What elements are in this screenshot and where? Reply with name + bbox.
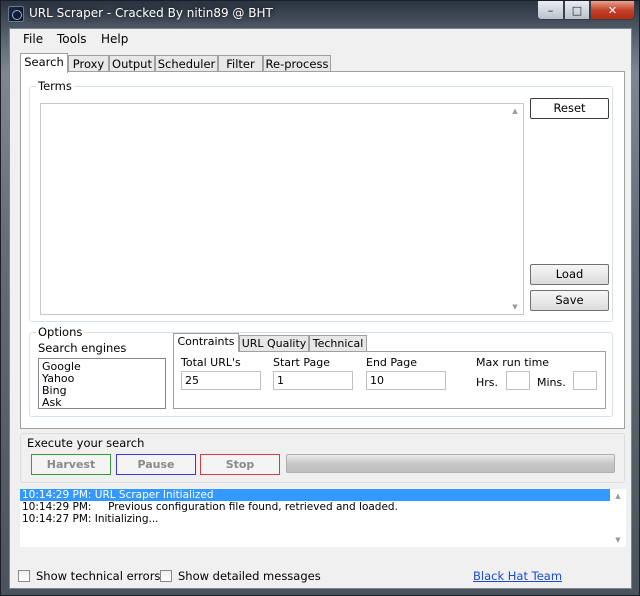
close-icon: ✕: [607, 3, 618, 17]
options-group: Options Search engines Google Yahoo Bing…: [29, 325, 613, 417]
log-list[interactable]: 10:14:29 PM: URL Scraper Initialized 10:…: [20, 489, 610, 547]
terms-textarea[interactable]: ▲ ▼: [40, 103, 524, 315]
client-area: File Tools Help Search Proxy Output Sche…: [9, 28, 632, 589]
load-button[interactable]: Load: [530, 264, 609, 285]
pause-button[interactable]: Pause: [116, 454, 196, 475]
maximize-icon: □: [571, 3, 583, 17]
terms-scrollbar[interactable]: ▲ ▼: [507, 104, 523, 314]
terms-label: Terms: [36, 79, 74, 93]
log-scrollbar[interactable]: ▲ ▼: [610, 489, 626, 547]
log-line[interactable]: 10:14:29 PM: Previous configuration file…: [20, 501, 610, 513]
scroll-down-icon[interactable]: ▼: [610, 533, 626, 547]
subtab-contraints[interactable]: Contraints: [173, 333, 239, 352]
menu-bar: File Tools Help: [10, 29, 631, 51]
subtab-url-quality[interactable]: URL Quality: [239, 335, 309, 351]
scroll-up-icon[interactable]: ▲: [507, 104, 523, 118]
execute-label: Execute your search: [27, 436, 145, 450]
technical-errors-label: Show technical errors: [36, 569, 161, 583]
tab-reprocess[interactable]: Re-process: [263, 55, 331, 72]
app-window: URL Scraper - Cracked By nitin89 @ BHT –…: [0, 0, 640, 596]
title-bar[interactable]: URL Scraper - Cracked By nitin89 @ BHT –…: [1, 1, 639, 27]
minimize-button[interactable]: –: [537, 1, 564, 20]
tab-output[interactable]: Output: [109, 55, 155, 72]
detailed-messages-checkbox[interactable]: Show detailed messages: [160, 569, 321, 583]
search-tab-panel: Terms ▲ ▼ Reset Load Save Options Search…: [20, 71, 625, 429]
technical-errors-checkbox[interactable]: Show technical errors: [18, 569, 160, 583]
max-run-time-label: Max run time: [476, 356, 550, 369]
list-item[interactable]: Ask: [42, 397, 162, 409]
hrs-input[interactable]: [506, 371, 530, 390]
scroll-down-icon[interactable]: ▼: [507, 300, 523, 314]
minimize-icon: –: [547, 3, 554, 17]
hrs-label: Hrs.: [476, 376, 499, 389]
options-label: Options: [36, 325, 85, 339]
subtab-technical[interactable]: Technical: [309, 335, 367, 351]
search-engines-list[interactable]: Google Yahoo Bing Ask: [38, 358, 166, 409]
close-button[interactable]: ✕: [590, 1, 635, 20]
save-button[interactable]: Save: [530, 290, 609, 311]
window-title: URL Scraper - Cracked By nitin89 @ BHT: [29, 6, 273, 20]
mins-input[interactable]: [573, 371, 597, 390]
total-urls-label: Total URL's: [181, 356, 241, 369]
tab-search[interactable]: Search: [20, 53, 68, 73]
constraints-panel: Total URL's 25 Start Page 1 End Page 10 …: [173, 351, 606, 409]
menu-file[interactable]: File: [21, 32, 45, 46]
log-line[interactable]: 10:14:27 PM: Initializing...: [20, 513, 610, 525]
log-line[interactable]: 10:14:29 PM: URL Scraper Initialized: [20, 489, 610, 501]
search-engines-label: Search engines: [38, 341, 127, 355]
app-icon: [8, 6, 24, 22]
maximize-button[interactable]: □: [564, 1, 590, 20]
end-page-input[interactable]: 10: [366, 371, 446, 390]
start-page-input[interactable]: 1: [273, 371, 353, 390]
caption-buttons: – □ ✕: [537, 1, 635, 20]
scroll-up-icon[interactable]: ▲: [610, 489, 626, 503]
total-urls-input[interactable]: 25: [181, 371, 261, 390]
stop-button[interactable]: Stop: [200, 454, 280, 475]
end-page-label: End Page: [366, 356, 418, 369]
menu-tools[interactable]: Tools: [55, 32, 89, 46]
tab-scheduler[interactable]: Scheduler: [155, 55, 218, 72]
tab-proxy[interactable]: Proxy: [68, 55, 109, 72]
menu-help[interactable]: Help: [99, 32, 130, 46]
detailed-messages-label: Show detailed messages: [178, 569, 321, 583]
reset-button[interactable]: Reset: [530, 98, 609, 119]
harvest-button[interactable]: Harvest: [31, 454, 111, 475]
progress-bar: [286, 454, 615, 473]
checkbox-icon[interactable]: [18, 570, 30, 582]
execute-group: Execute your search Harvest Pause Stop: [20, 433, 625, 483]
black-hat-team-link[interactable]: Black Hat Team: [473, 569, 562, 583]
terms-group: Terms ▲ ▼ Reset Load Save: [29, 79, 613, 322]
checkbox-icon[interactable]: [160, 570, 172, 582]
mins-label: Mins.: [537, 376, 566, 389]
tab-filter[interactable]: Filter: [218, 55, 263, 72]
start-page-label: Start Page: [273, 356, 330, 369]
